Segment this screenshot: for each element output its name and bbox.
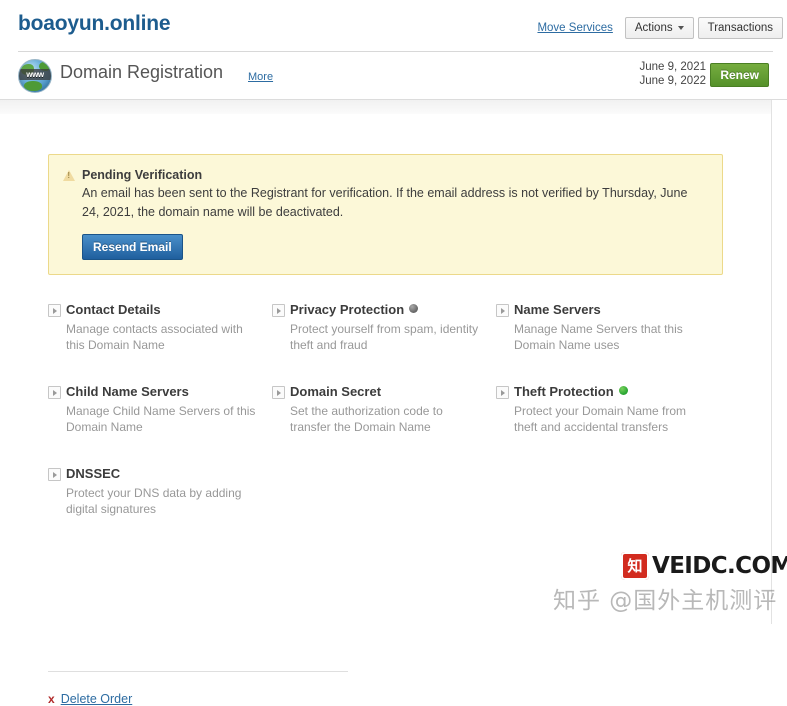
- feature-name-servers[interactable]: Name Servers Manage Name Servers that th…: [496, 302, 720, 353]
- status-dot-off-icon: [409, 304, 419, 313]
- alert-header: Pending Verification: [63, 168, 708, 182]
- footer-divider: [48, 671, 348, 672]
- content-area: Pending Verification An email has been s…: [0, 100, 772, 706]
- actions-dropdown-label: Actions: [634, 22, 673, 34]
- feature-dnssec[interactable]: DNSSEC Protect your DNS data by adding d…: [48, 466, 272, 517]
- feature-grid: Contact Details Manage contacts associat…: [48, 302, 723, 517]
- feature-description: Protect your DNS data by adding digital …: [66, 486, 242, 516]
- pending-verification-alert: Pending Verification An email has been s…: [48, 154, 723, 275]
- feature-title[interactable]: Domain Secret: [290, 384, 381, 399]
- product-title: Domain Registration: [60, 62, 224, 82]
- close-x-icon[interactable]: x: [48, 693, 55, 705]
- feature-title[interactable]: Name Servers: [514, 302, 601, 317]
- feature-title[interactable]: DNSSEC: [66, 466, 120, 481]
- registration-date: June 9, 2021: [639, 61, 706, 73]
- globe-land-3: [24, 81, 42, 91]
- delete-order-row[interactable]: x Delete Order: [48, 692, 132, 706]
- feature-title[interactable]: Theft Protection: [514, 384, 614, 399]
- feature-description: Set the authorization code to transfer t…: [290, 404, 443, 434]
- feature-title[interactable]: Privacy Protection: [290, 302, 404, 317]
- feature-theft-protection[interactable]: Theft Protection Protect your Domain Nam…: [496, 384, 720, 435]
- feature-description: Protect yourself from spam, identity the…: [290, 322, 479, 352]
- feature-contact-details[interactable]: Contact Details Manage contacts associat…: [48, 302, 272, 353]
- more-link[interactable]: More: [248, 71, 273, 83]
- globe-www-icon: www: [18, 59, 52, 93]
- alert-title: Pending Verification: [82, 168, 203, 182]
- expand-arrow-icon: [48, 304, 61, 317]
- feature-domain-secret[interactable]: Domain Secret Set the authorization code…: [272, 384, 496, 435]
- product-summary-bar: www Domain Registration More June 9, 202…: [0, 52, 787, 100]
- status-dot-on-icon: [618, 386, 628, 395]
- delete-order-link[interactable]: Delete Order: [61, 692, 133, 706]
- feature-title[interactable]: Contact Details: [66, 302, 161, 317]
- header-actions: Move Services Actions Transactions: [537, 17, 787, 39]
- expand-arrow-icon: [272, 304, 285, 317]
- renew-button[interactable]: Renew: [710, 63, 769, 87]
- globe-www-label: www: [19, 69, 51, 80]
- actions-dropdown-button[interactable]: Actions: [624, 17, 694, 39]
- page-title: boaoyun.online: [18, 12, 171, 35]
- expand-arrow-icon: [496, 304, 509, 317]
- feature-description: Manage Child Name Servers of this Domain…: [66, 404, 256, 434]
- feature-description: Manage Name Servers that this Domain Nam…: [514, 322, 683, 352]
- transactions-button[interactable]: Transactions: [697, 17, 783, 39]
- feature-privacy-protection[interactable]: Privacy Protection Protect yourself from…: [272, 302, 496, 353]
- move-services-link[interactable]: Move Services: [537, 22, 612, 34]
- feature-description: Manage contacts associated with this Dom…: [66, 322, 243, 352]
- feature-child-name-servers[interactable]: Child Name Servers Manage Child Name Ser…: [48, 384, 272, 435]
- content-top-band: [0, 100, 771, 115]
- resend-email-button[interactable]: Resend Email: [82, 234, 183, 260]
- feature-title[interactable]: Child Name Servers: [66, 384, 189, 399]
- feature-description: Protect your Domain Name from theft and …: [514, 404, 687, 434]
- expand-arrow-icon: [48, 386, 61, 399]
- expand-arrow-icon: [48, 468, 61, 481]
- expand-arrow-icon: [496, 386, 509, 399]
- chevron-down-icon: [677, 26, 684, 30]
- expiry-date: June 9, 2022: [639, 75, 706, 87]
- expand-arrow-icon: [272, 386, 285, 399]
- alert-message: An email has been sent to the Registrant…: [82, 186, 688, 219]
- warning-triangle-icon: [63, 170, 75, 181]
- product-dates: June 9, 2021 June 9, 2022: [639, 60, 706, 88]
- page-header: boaoyun.online Move Services Actions Tra…: [0, 0, 787, 52]
